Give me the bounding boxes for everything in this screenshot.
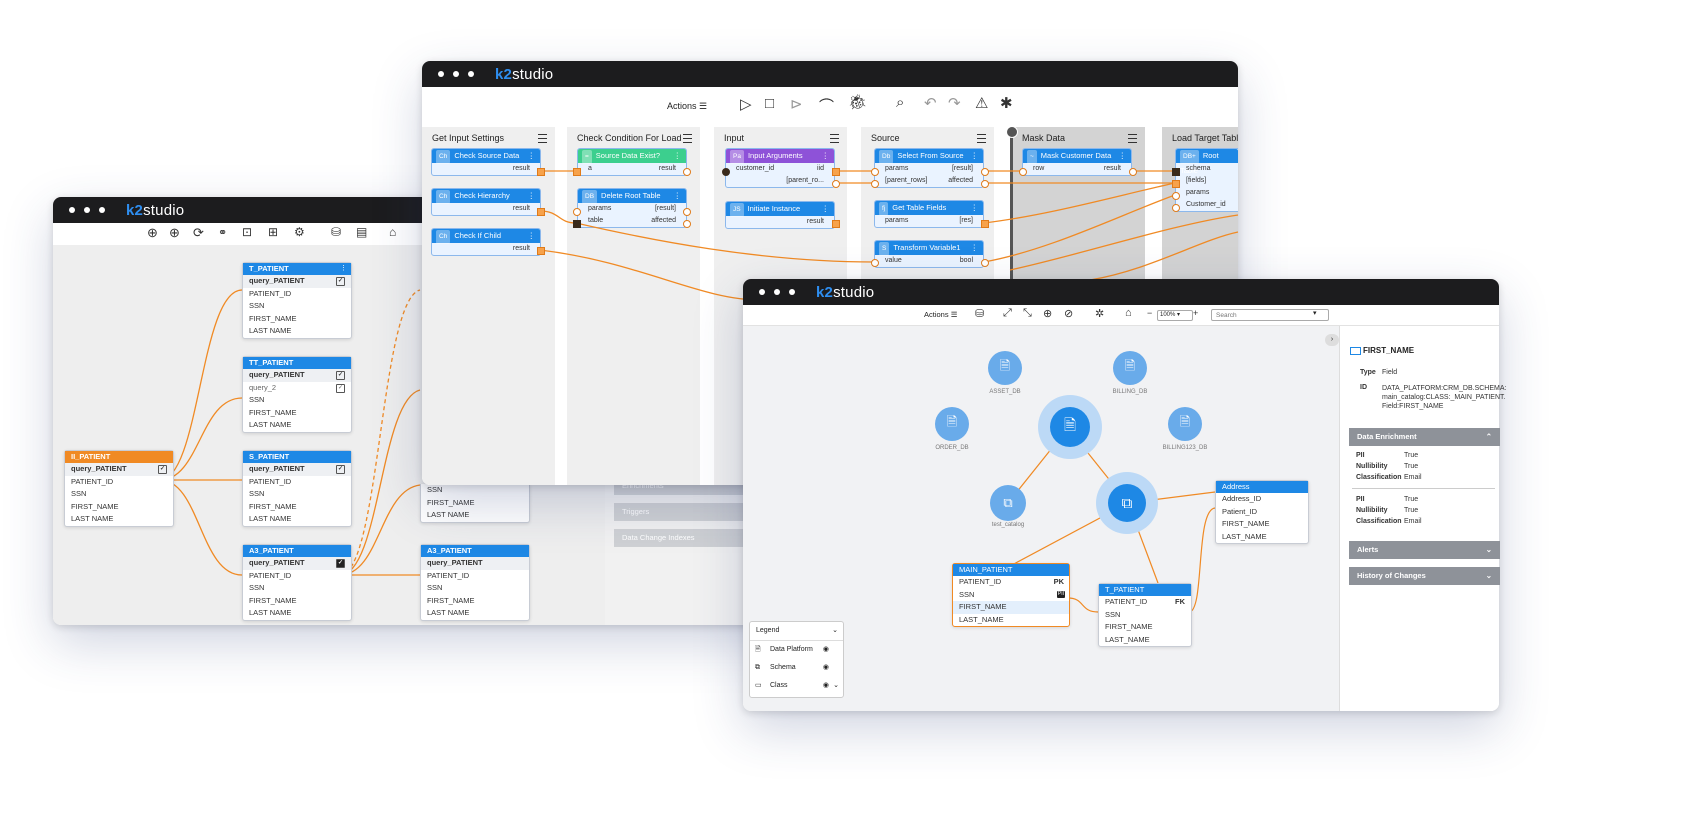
entity-title: Address bbox=[1216, 481, 1308, 493]
entity-title: T_PATIENT bbox=[1099, 584, 1191, 596]
field-icon bbox=[1350, 347, 1361, 355]
file-icon: 🗎︎ bbox=[946, 414, 958, 429]
node-label: BILLING123_DB bbox=[1162, 445, 1208, 451]
alerts-section[interactable]: Alerts ⌄ bbox=[1349, 541, 1500, 559]
enrichment-row: Nullibility True bbox=[1356, 463, 1419, 470]
table-row[interactable]: LAST_NAME bbox=[953, 614, 1069, 627]
node-label: BILLING_DB bbox=[1112, 389, 1148, 395]
legend-item[interactable]: ▭ Class ◉ ⌄ bbox=[750, 677, 843, 695]
schema-icon: ⧉ bbox=[755, 664, 760, 671]
schema-icon: ⧉ bbox=[1003, 495, 1013, 510]
table-row[interactable]: SSN PII bbox=[953, 589, 1069, 602]
table-row[interactable]: FIRST_NAME bbox=[1216, 518, 1308, 531]
enrichment-row: PII True bbox=[1356, 496, 1419, 503]
file-icon: 🗎︎ bbox=[755, 646, 761, 653]
class-icon: ▭ bbox=[755, 682, 762, 689]
chevron-down-icon[interactable]: ⌄ bbox=[832, 622, 838, 640]
selected-db-node[interactable]: 🗎︎ bbox=[1038, 395, 1102, 459]
enrichment-row: Classification Email bbox=[1356, 474, 1422, 481]
billing123-db-node[interactable]: 🗎︎ bbox=[1168, 407, 1202, 441]
file-icon: 🗎︎ bbox=[1050, 407, 1090, 447]
asset-db-node[interactable]: 🗎︎ bbox=[988, 351, 1022, 385]
catalog-edges bbox=[1007, 427, 1216, 613]
legend-header[interactable]: Legend ⌄ bbox=[750, 622, 843, 641]
pk-badge: PK bbox=[1053, 577, 1064, 586]
enrichment-row: Classification Email bbox=[1356, 518, 1422, 525]
eye-icon[interactable]: ◉ bbox=[823, 641, 829, 659]
chevron-down-icon[interactable]: ⌄ bbox=[1486, 541, 1492, 559]
order-db-node[interactable]: 🗎︎ bbox=[935, 407, 969, 441]
table-row[interactable]: LAST_NAME bbox=[1216, 531, 1308, 544]
id-row: ID DATA_PLATFORM:CRM_DB.SCHEMA: main_catal… bbox=[1360, 384, 1507, 410]
chevron-down-icon[interactable]: ⌄ bbox=[833, 677, 839, 695]
data-enrichment-section[interactable]: Data Enrichment ⌃ bbox=[1349, 428, 1500, 446]
table-row[interactable]: Address_ID bbox=[1216, 493, 1308, 506]
table-row[interactable]: Patient_ID bbox=[1216, 506, 1308, 519]
legend-item[interactable]: ⧉ Schema ◉ bbox=[750, 659, 843, 677]
table-row[interactable]: LAST_NAME bbox=[1099, 634, 1191, 647]
enrichment-row: PII True bbox=[1356, 452, 1419, 459]
chevron-down-icon[interactable]: ⌄ bbox=[1486, 567, 1492, 585]
selected-schema-node[interactable]: ⧉ bbox=[1096, 472, 1158, 534]
test-catalog-node[interactable]: ⧉ bbox=[990, 485, 1026, 521]
enrichment-row: Nullibility True bbox=[1356, 507, 1419, 514]
legend-item[interactable]: 🗎︎ Data Platform ◉ bbox=[750, 641, 843, 659]
node-label: ORDER_DB bbox=[935, 445, 969, 451]
address-table[interactable]: Address Address_ID Patient_ID FIRST_NAME… bbox=[1215, 480, 1309, 544]
t-patient-table[interactable]: T_PATIENT PATIENT_ID FK SSN FIRST_NAME LA… bbox=[1098, 583, 1192, 647]
chevron-up-icon[interactable]: ⌃ bbox=[1486, 428, 1492, 446]
file-icon: 🗎︎ bbox=[1124, 358, 1136, 373]
panel-title: FIRST_NAME bbox=[1363, 346, 1415, 355]
table-row[interactable]: FIRST_NAME bbox=[953, 601, 1069, 614]
file-icon: 🗎︎ bbox=[999, 358, 1011, 373]
schema-icon: ⧉ bbox=[1108, 484, 1146, 522]
table-row[interactable]: SSN bbox=[1099, 609, 1191, 622]
pii-badge: PII bbox=[1056, 590, 1065, 598]
legend: Legend ⌄ 🗎︎ Data Platform ◉ ⧉ Schema ◉ ▭ Class… bbox=[749, 621, 844, 698]
main-patient-table[interactable]: MAIN_PATIENT PATIENT_ID PK SSN PII FIRST_N… bbox=[952, 563, 1070, 627]
node-label: ASSET_DB bbox=[989, 389, 1021, 395]
eye-icon[interactable]: ◉ bbox=[823, 677, 829, 695]
entity-title: MAIN_PATIENT bbox=[953, 564, 1069, 576]
node-label: test_catalog bbox=[991, 522, 1025, 528]
billing-db-node[interactable]: 🗎︎ bbox=[1113, 351, 1147, 385]
fk-badge: FK bbox=[1175, 597, 1185, 606]
collapse-panel-button[interactable]: › bbox=[1325, 334, 1339, 346]
table-row[interactable]: PATIENT_ID FK bbox=[1099, 596, 1191, 609]
table-row[interactable]: PATIENT_ID PK bbox=[953, 576, 1069, 589]
table-row[interactable]: FIRST_NAME bbox=[1099, 621, 1191, 634]
history-section[interactable]: History of Changes ⌄ bbox=[1349, 567, 1500, 585]
divider bbox=[1352, 488, 1495, 489]
type-row: Type Field bbox=[1360, 369, 1398, 376]
eye-icon[interactable]: ◉ bbox=[823, 659, 829, 677]
file-icon: 🗎︎ bbox=[1179, 414, 1191, 429]
